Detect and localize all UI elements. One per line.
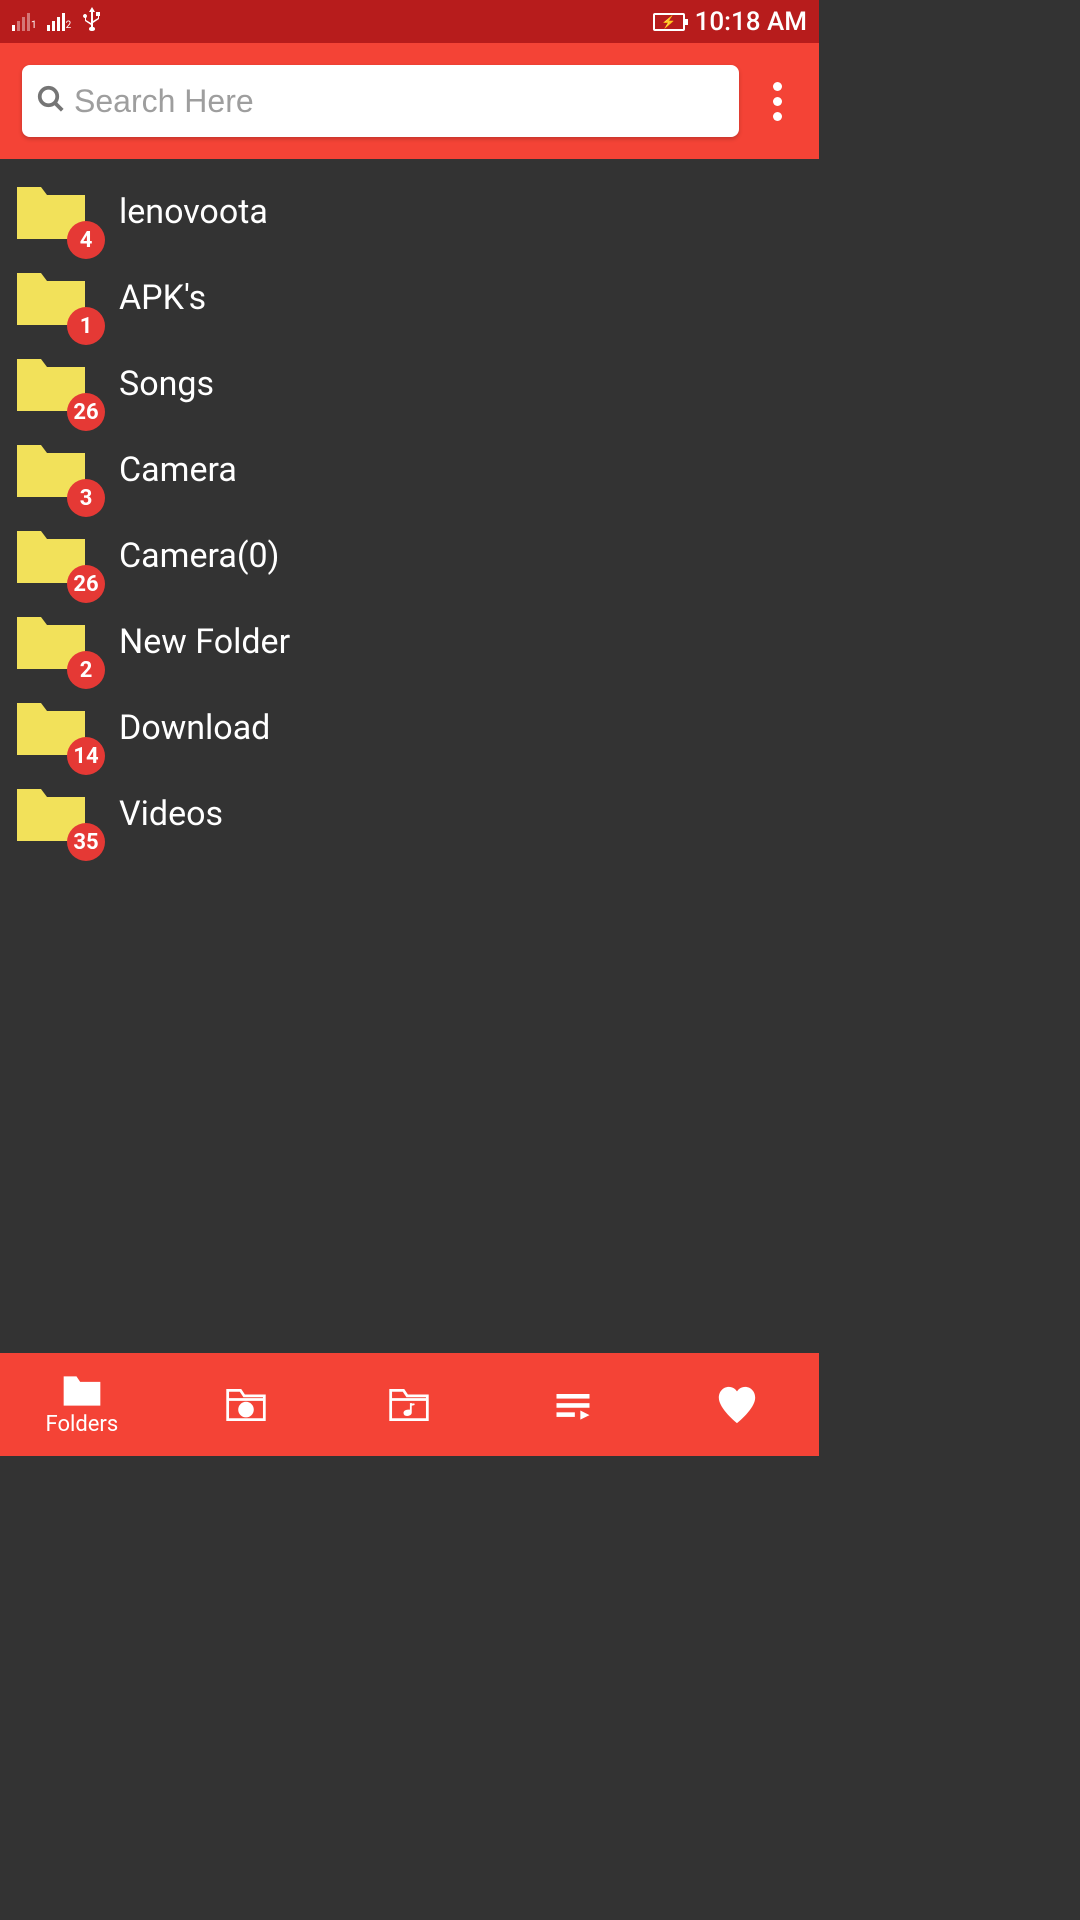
folder-name: lenovoota — [119, 192, 268, 232]
folder-count-badge: 26 — [67, 393, 105, 431]
search-box[interactable] — [22, 65, 739, 137]
folder-list: 4 lenovoota 1 APK's 26 Songs 3 Camera — [0, 159, 819, 867]
heart-icon — [715, 1385, 759, 1425]
search-input[interactable] — [74, 83, 725, 120]
status-right: ⚡ 10:18 AM — [653, 7, 807, 37]
playlist-icon — [551, 1386, 595, 1424]
music-folder-icon — [387, 1386, 431, 1424]
folder-name: Camera(0) — [119, 536, 279, 576]
search-area — [0, 43, 819, 159]
folder-item[interactable]: 4 lenovoota — [0, 169, 819, 255]
folder-item[interactable]: 26 Songs — [0, 341, 819, 427]
folder-count-badge: 2 — [67, 651, 105, 689]
folder-name: Download — [119, 708, 270, 748]
folder-icon: 4 — [15, 183, 87, 241]
nav-playlist[interactable] — [491, 1386, 655, 1424]
usb-icon — [81, 7, 103, 37]
folder-count-badge: 4 — [67, 221, 105, 259]
folder-count-badge: 3 — [67, 479, 105, 517]
folder-name: APK's — [119, 278, 206, 318]
folder-icon: 3 — [15, 441, 87, 499]
folder-count-badge: 14 — [67, 737, 105, 775]
folder-item[interactable]: 14 Download — [0, 685, 819, 771]
overflow-menu-button[interactable] — [757, 82, 797, 121]
status-time: 10:18 AM — [695, 7, 807, 37]
search-icon — [36, 84, 66, 118]
folder-count-badge: 26 — [67, 565, 105, 603]
signal-sim2-icon: 2 — [47, 13, 72, 31]
folder-icon: 1 — [15, 269, 87, 327]
nav-favorites[interactable] — [655, 1385, 819, 1425]
folder-name: Songs — [119, 364, 214, 404]
folder-count-badge: 35 — [67, 823, 105, 861]
video-folder-icon — [224, 1386, 268, 1424]
folder-icon: 14 — [15, 699, 87, 757]
bottom-nav: Folders — [0, 1353, 819, 1456]
folder-item[interactable]: 1 APK's — [0, 255, 819, 341]
folder-icon: 26 — [15, 527, 87, 585]
signal-sim1-icon: 1 — [12, 13, 37, 31]
folder-count-badge: 1 — [67, 307, 105, 345]
folder-item[interactable]: 3 Camera — [0, 427, 819, 513]
folder-item[interactable]: 35 Videos — [0, 771, 819, 857]
battery-charging-icon: ⚡ — [653, 13, 685, 31]
folder-icon: 26 — [15, 355, 87, 413]
nav-folders[interactable]: Folders — [0, 1372, 164, 1437]
folder-icon: 35 — [15, 785, 87, 843]
folder-icon — [60, 1372, 104, 1410]
status-bar: 1 2 ⚡ 10:18 AM — [0, 0, 819, 43]
nav-videos[interactable] — [164, 1386, 328, 1424]
folder-icon: 2 — [15, 613, 87, 671]
nav-music[interactable] — [328, 1386, 492, 1424]
nav-folders-label: Folders — [46, 1412, 119, 1437]
folder-name: Camera — [119, 450, 237, 490]
folder-name: Videos — [119, 794, 223, 834]
folder-name: New Folder — [119, 622, 290, 662]
status-left: 1 2 — [12, 7, 103, 37]
folder-item[interactable]: 2 New Folder — [0, 599, 819, 685]
folder-item[interactable]: 26 Camera(0) — [0, 513, 819, 599]
